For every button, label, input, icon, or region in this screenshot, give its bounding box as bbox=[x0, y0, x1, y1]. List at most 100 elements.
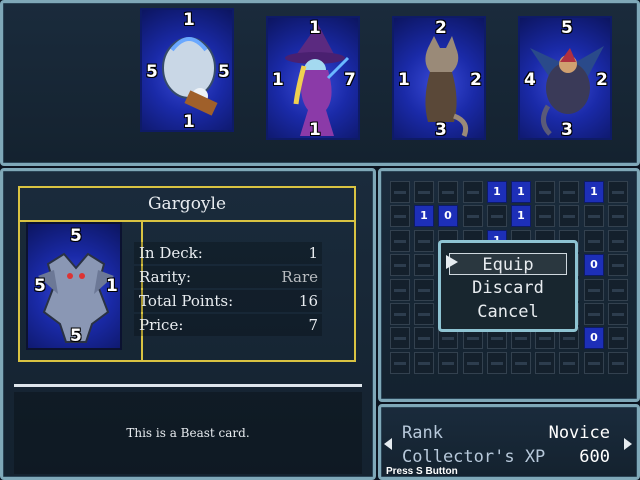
collection-slot-empty[interactable] bbox=[511, 352, 531, 374]
xp-row: Collector's XP 600 bbox=[398, 446, 610, 468]
collection-slot-owned[interactable]: 1 bbox=[584, 181, 604, 203]
collection-slot-empty[interactable] bbox=[487, 352, 507, 374]
collection-slot-empty[interactable] bbox=[390, 352, 410, 374]
collection-slot-empty[interactable] bbox=[608, 327, 628, 349]
collection-slot-empty[interactable] bbox=[535, 352, 555, 374]
card-back-icon bbox=[394, 337, 406, 340]
collection-slot-empty[interactable] bbox=[390, 254, 410, 276]
arrow-left-icon[interactable] bbox=[384, 438, 392, 450]
card-back-icon bbox=[467, 362, 479, 365]
card-back-icon bbox=[394, 191, 406, 194]
card-back-icon bbox=[394, 362, 406, 365]
card-value-top: 5 bbox=[561, 18, 573, 38]
card-back-icon bbox=[491, 362, 503, 365]
collection-slot-empty[interactable] bbox=[535, 181, 555, 203]
card-back-icon bbox=[588, 362, 600, 365]
card-spirit-jar[interactable]: 1551 bbox=[140, 8, 234, 132]
card-cat[interactable]: 2 1 2 3 bbox=[392, 16, 486, 140]
collection-slot-owned[interactable]: 0 bbox=[584, 254, 604, 276]
collection-slot-empty[interactable] bbox=[463, 205, 483, 227]
collection-slot-empty[interactable] bbox=[390, 230, 410, 252]
stat-value: 1 bbox=[308, 244, 318, 262]
card-back-icon bbox=[563, 191, 575, 194]
collection-slot-empty[interactable] bbox=[584, 205, 604, 227]
card-back-icon bbox=[394, 240, 406, 243]
card-dragon-rider[interactable]: 5 4 2 3 bbox=[518, 16, 612, 140]
collection-slot-owned[interactable]: 0 bbox=[438, 205, 458, 227]
card-value-left: 4 bbox=[524, 70, 536, 90]
card-back-icon bbox=[394, 215, 406, 218]
menu-item-equip[interactable]: Equip bbox=[449, 253, 567, 275]
collection-slot-owned[interactable]: 1 bbox=[511, 181, 531, 203]
collection-slot-empty[interactable] bbox=[559, 205, 579, 227]
card-back-icon bbox=[394, 264, 406, 267]
collection-slot-empty[interactable] bbox=[584, 303, 604, 325]
collection-slot-empty[interactable] bbox=[390, 327, 410, 349]
description-divider bbox=[14, 384, 362, 387]
card-back-icon bbox=[442, 362, 454, 365]
stat-price: Price: 7 bbox=[134, 314, 322, 336]
collection-slot-empty[interactable] bbox=[608, 279, 628, 301]
card-back-icon bbox=[394, 289, 406, 292]
collection-slot-empty[interactable] bbox=[414, 230, 434, 252]
card-back-icon bbox=[442, 191, 454, 194]
xp-value: 600 bbox=[579, 447, 610, 467]
collection-slot-empty[interactable] bbox=[390, 205, 410, 227]
collection-slot-empty[interactable] bbox=[390, 181, 410, 203]
collection-slot-empty[interactable] bbox=[608, 352, 628, 374]
stat-label: Total Points: bbox=[139, 292, 234, 310]
collection-slot-owned[interactable]: 1 bbox=[487, 181, 507, 203]
collection-slot-empty[interactable] bbox=[414, 254, 434, 276]
menu-item-cancel[interactable]: Cancel bbox=[449, 301, 567, 323]
collection-slot-empty[interactable] bbox=[608, 230, 628, 252]
collection-slot-empty[interactable] bbox=[390, 303, 410, 325]
card-value-left: 1 bbox=[398, 70, 410, 90]
cursor-arrow-icon bbox=[446, 255, 458, 269]
collection-slot-empty[interactable] bbox=[414, 327, 434, 349]
collection-slot-owned[interactable]: 1 bbox=[414, 205, 434, 227]
collection-slot-empty[interactable] bbox=[584, 230, 604, 252]
collection-slot-owned[interactable]: 0 bbox=[584, 327, 604, 349]
card-back-icon bbox=[418, 264, 430, 267]
collection-slot-empty[interactable] bbox=[608, 303, 628, 325]
card-back-icon bbox=[563, 215, 575, 218]
card-back-icon bbox=[539, 215, 551, 218]
collection-slot-empty[interactable] bbox=[584, 352, 604, 374]
collection-slot-empty[interactable] bbox=[414, 181, 434, 203]
rank-label: Rank bbox=[402, 423, 443, 443]
card-title: Gargoyle bbox=[20, 188, 354, 222]
collection-slot-empty[interactable] bbox=[559, 352, 579, 374]
card-value-top: 1 bbox=[309, 18, 321, 38]
collection-slot-empty[interactable] bbox=[390, 279, 410, 301]
card-back-icon bbox=[491, 337, 503, 340]
collection-slot-empty[interactable] bbox=[463, 352, 483, 374]
collection-slot-empty[interactable] bbox=[535, 205, 555, 227]
stat-total-points: Total Points: 16 bbox=[134, 290, 322, 312]
card-back-icon bbox=[563, 337, 575, 340]
collection-slot-empty[interactable] bbox=[559, 181, 579, 203]
card-back-icon bbox=[612, 313, 624, 316]
collection-slot-empty[interactable] bbox=[438, 181, 458, 203]
collection-slot-empty[interactable] bbox=[414, 279, 434, 301]
collection-slot-empty[interactable] bbox=[463, 181, 483, 203]
card-back-icon bbox=[612, 240, 624, 243]
card-value-top: 1 bbox=[183, 10, 195, 30]
collection-slot-owned[interactable]: 1 bbox=[511, 205, 531, 227]
card-back-icon bbox=[394, 313, 406, 316]
collection-slot-empty[interactable] bbox=[487, 205, 507, 227]
card-back-icon bbox=[418, 240, 430, 243]
collection-slot-empty[interactable] bbox=[438, 352, 458, 374]
rank-value: Novice bbox=[548, 423, 610, 443]
collection-slot-empty[interactable] bbox=[608, 205, 628, 227]
stat-value: Rare bbox=[281, 268, 318, 286]
collection-slot-empty[interactable] bbox=[608, 254, 628, 276]
arrow-right-icon[interactable] bbox=[624, 438, 632, 450]
collection-slot-empty[interactable] bbox=[584, 279, 604, 301]
collection-slot-empty[interactable] bbox=[414, 303, 434, 325]
collection-slot-empty[interactable] bbox=[608, 181, 628, 203]
card-value-bottom: 1 bbox=[183, 112, 195, 132]
collection-slot-empty[interactable] bbox=[414, 352, 434, 374]
menu-item-discard[interactable]: Discard bbox=[449, 277, 567, 299]
card-witch[interactable]: 1 1 7 1 bbox=[266, 16, 360, 140]
card-back-icon bbox=[467, 337, 479, 340]
